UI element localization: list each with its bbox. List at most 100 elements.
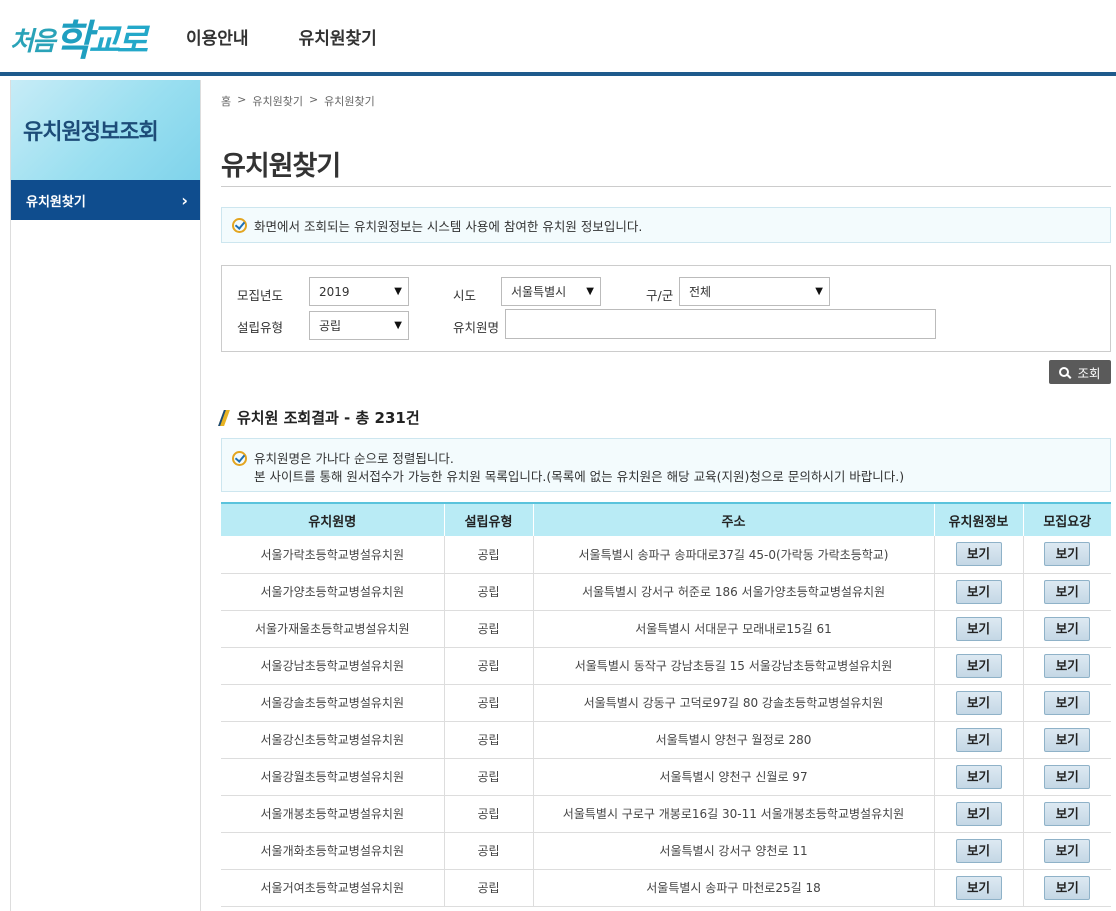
col-header-name: 유치원명	[221, 502, 445, 536]
cell-type: 공립	[444, 721, 534, 759]
cell-guide-view-button: 보기	[1023, 573, 1111, 611]
results-table: 유치원명 설립유형 주소 유치원정보 모집요강 서울가락초등학교병설유치원 공립 서…	[221, 502, 1111, 907]
info-notice: 화면에서 조회되는 유치원정보는 시스템 사용에 참여한 유치원 정보입니다.	[221, 207, 1111, 243]
site-logo[interactable]: 처음 학 교로	[10, 6, 148, 66]
info-view-button[interactable]: 보기	[955, 579, 1002, 604]
heading-marker-icon	[218, 409, 230, 426]
col-header-address: 주소	[533, 502, 935, 536]
info-view-button[interactable]: 보기	[955, 764, 1002, 789]
guide-view-button[interactable]: 보기	[1044, 838, 1091, 863]
cell-info-view-button: 보기	[934, 869, 1024, 907]
main-nav: 이용안내 유치원찾기	[186, 24, 377, 49]
cell-info-view-button: 보기	[934, 610, 1024, 648]
guide-view-button[interactable]: 보기	[1044, 616, 1091, 641]
sidebar: 유치원정보조회 유치원찾기 ›	[10, 80, 201, 911]
cell-kindergarten-name: 서울강솔초등학교병설유치원	[221, 684, 445, 722]
cell-kindergarten-name: 서울가락초등학교병설유치원	[221, 536, 445, 574]
guide-view-button[interactable]: 보기	[1044, 801, 1091, 826]
info-view-button[interactable]: 보기	[955, 838, 1002, 863]
info-view-button[interactable]: 보기	[955, 727, 1002, 752]
breadcrumb-home[interactable]: 홈	[221, 93, 231, 109]
sido-label: 시도	[453, 288, 477, 303]
table-row: 서울거여초등학교병설유치원 공립 서울특별시 송파구 마천로25길 18 보기 보기	[221, 869, 1111, 907]
gugun-select-value: 전체	[689, 285, 712, 299]
gugun-select[interactable]: 전체 ▼	[679, 277, 830, 306]
breadcrumb-sep: >	[308, 93, 319, 106]
cell-info-view-button: 보기	[934, 795, 1024, 833]
cell-guide-view-button: 보기	[1023, 832, 1111, 870]
sidebar-title: 유치원정보조회	[23, 120, 159, 145]
col-header-guide: 모집요강	[1023, 502, 1111, 536]
logo-part-1: 처음	[10, 27, 56, 57]
cell-type: 공립	[444, 832, 534, 870]
breadcrumb: 홈 > 유치원찾기 > 유치원찾기	[221, 93, 375, 109]
cell-guide-view-button: 보기	[1023, 684, 1111, 722]
info-view-button[interactable]: 보기	[955, 653, 1002, 678]
nav-item-guide[interactable]: 이용안내	[186, 24, 249, 49]
nav-item-find[interactable]: 유치원찾기	[299, 24, 377, 49]
guide-view-button[interactable]: 보기	[1044, 727, 1091, 752]
search-button[interactable]: 조회	[1049, 360, 1111, 384]
dropdown-arrow-icon: ▼	[815, 286, 823, 297]
cell-address: 서울특별시 송파구 마천로25길 18	[533, 869, 935, 907]
sidebar-title-box: 유치원정보조회	[11, 80, 200, 180]
cell-address: 서울특별시 강서구 양천로 11	[533, 832, 935, 870]
cell-address: 서울특별시 강동구 고덕로97길 80 강솔초등학교병설유치원	[533, 684, 935, 722]
table-header-row: 유치원명 설립유형 주소 유치원정보 모집요강	[221, 502, 1111, 536]
cell-address: 서울특별시 강서구 허준로 186 서울가양초등학교병설유치원	[533, 573, 935, 611]
table-row: 서울가재울초등학교병설유치원 공립 서울특별시 서대문구 모래내로15길 61 보기 보…	[221, 610, 1111, 648]
table-row: 서울개봉초등학교병설유치원 공립 서울특별시 구로구 개봉로16길 30-11 서울…	[221, 795, 1111, 833]
cell-info-view-button: 보기	[934, 684, 1024, 722]
table-row: 서울강월초등학교병설유치원 공립 서울특별시 양천구 신월로 97 보기 보기	[221, 758, 1111, 796]
gugun-label: 구/군	[646, 288, 674, 303]
table-row: 서울강솔초등학교병설유치원 공립 서울특별시 강동구 고덕로97길 80 강솔초등학…	[221, 684, 1111, 722]
cell-info-view-button: 보기	[934, 536, 1024, 574]
cell-address: 서울특별시 송파구 송파대로37길 45-0(가락동 가락초등학교)	[533, 536, 935, 574]
cell-address: 서울특별시 양천구 신월로 97	[533, 758, 935, 796]
table-row: 서울가양초등학교병설유치원 공립 서울특별시 강서구 허준로 186 서울가양초등학…	[221, 573, 1111, 611]
guide-view-button[interactable]: 보기	[1044, 579, 1091, 604]
info-view-button[interactable]: 보기	[955, 616, 1002, 641]
cell-address: 서울특별시 동작구 강남초등길 15 서울강남초등학교병설유치원	[533, 647, 935, 685]
sido-select[interactable]: 서울특별시 ▼	[501, 277, 601, 306]
type-select-value: 공립	[319, 319, 342, 333]
logo-part-3: 교로	[88, 21, 148, 61]
guide-view-button[interactable]: 보기	[1044, 875, 1091, 900]
cell-address: 서울특별시 서대문구 모래내로15길 61	[533, 610, 935, 648]
year-select[interactable]: 2019 ▼	[309, 277, 409, 306]
cell-kindergarten-name: 서울개화초등학교병설유치원	[221, 832, 445, 870]
breadcrumb-item[interactable]: 유치원찾기	[252, 93, 303, 109]
dropdown-arrow-icon: ▼	[394, 320, 402, 331]
year-select-value: 2019	[319, 284, 350, 299]
search-form: 모집년도 2019 ▼ 시도 서울특별시 ▼ 구/군 전체 ▼ 설립유형 공립 …	[221, 265, 1111, 352]
guide-view-button[interactable]: 보기	[1044, 542, 1091, 567]
guide-view-button[interactable]: 보기	[1044, 764, 1091, 789]
info-view-button[interactable]: 보기	[955, 542, 1002, 567]
cell-info-view-button: 보기	[934, 573, 1024, 611]
type-select[interactable]: 공립 ▼	[309, 311, 409, 340]
search-icon	[1059, 367, 1070, 377]
info-view-button[interactable]: 보기	[955, 690, 1002, 715]
check-circle-icon	[232, 217, 247, 233]
result-notice-line-1: 유치원명은 가나다 순으로 정렬됩니다.	[254, 451, 454, 466]
cell-type: 공립	[444, 758, 534, 796]
guide-view-button[interactable]: 보기	[1044, 690, 1091, 715]
sido-select-value: 서울특별시	[511, 285, 567, 299]
sidebar-item-find[interactable]: 유치원찾기 ›	[11, 180, 200, 220]
kindergarten-name-input[interactable]	[505, 309, 936, 339]
logo-part-2: 학	[53, 16, 93, 65]
cell-guide-view-button: 보기	[1023, 795, 1111, 833]
cell-address: 서울특별시 구로구 개봉로16길 30-11 서울개봉초등학교병설유치원	[533, 795, 935, 833]
cell-guide-view-button: 보기	[1023, 610, 1111, 648]
guide-view-button[interactable]: 보기	[1044, 653, 1091, 678]
info-view-button[interactable]: 보기	[955, 801, 1002, 826]
cell-kindergarten-name: 서울가재울초등학교병설유치원	[221, 610, 445, 648]
table-row: 서울강남초등학교병설유치원 공립 서울특별시 동작구 강남초등길 15 서울강남초등…	[221, 647, 1111, 685]
col-header-info: 유치원정보	[934, 502, 1024, 536]
cell-type: 공립	[444, 869, 534, 907]
cell-guide-view-button: 보기	[1023, 721, 1111, 759]
cell-guide-view-button: 보기	[1023, 869, 1111, 907]
cell-address: 서울특별시 양천구 월정로 280	[533, 721, 935, 759]
info-view-button[interactable]: 보기	[955, 875, 1002, 900]
cell-kindergarten-name: 서울가양초등학교병설유치원	[221, 573, 445, 611]
